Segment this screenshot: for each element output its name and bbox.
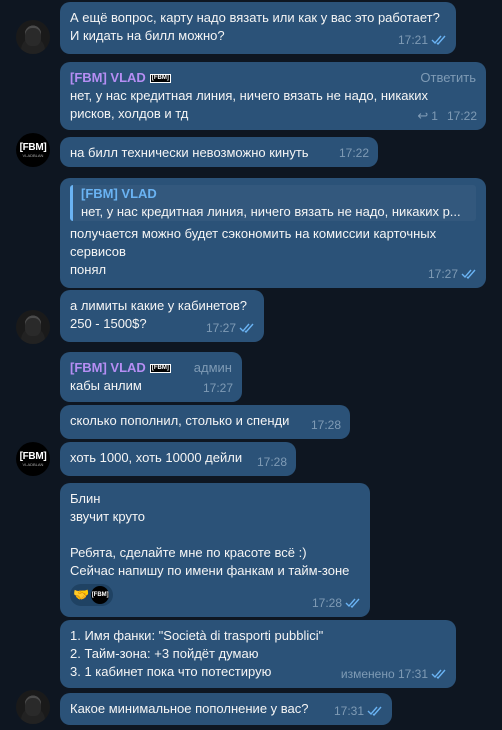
message-meta: изменено 17:31	[341, 665, 447, 683]
message-bubble[interactable]: [FBM] VLAD [FBM] Ответить нет, у нас кре…	[60, 62, 486, 130]
user-avatar[interactable]	[16, 20, 50, 54]
message-meta: 17:22	[339, 144, 369, 162]
message-meta: ↩ 1 17:22	[417, 107, 477, 125]
message-bubble[interactable]: а лимиты какие у кабинетов? 250 - 1500$?…	[60, 290, 264, 342]
message-bubble[interactable]: [FBM] VLAD нет, у нас кредитная линия, н…	[60, 178, 486, 288]
fbm-avatar[interactable]: [FBM] VLADBLAN	[16, 133, 50, 167]
message-time: 17:27	[202, 381, 233, 395]
message-time: 17:22	[338, 146, 369, 160]
double-check-icon	[431, 669, 446, 679]
message-time: изменено 17:31	[340, 667, 428, 681]
double-check-icon	[345, 598, 360, 608]
message-time: 17:22	[446, 109, 477, 123]
message-text: Блин звучит круто Ребята, сделайте мне п…	[70, 491, 350, 578]
message-text: на билл технически невозможно кинуть	[70, 145, 309, 160]
message-bubble[interactable]: на билл технически невозможно кинуть 17:…	[60, 137, 378, 167]
fbm-badge: [FBM]	[149, 73, 171, 83]
message-meta: 17:31	[334, 702, 383, 720]
message-text: нет, у нас кредитная линия, ничего вязат…	[70, 88, 428, 121]
admin-label: админ	[193, 360, 232, 375]
double-check-icon	[239, 323, 254, 333]
message-meta: 17:28	[312, 594, 361, 612]
message-text: получается можно будет сэкономить на ком…	[70, 226, 437, 277]
user-avatar[interactable]	[16, 310, 50, 344]
reaction-avatar: [FBM]	[91, 586, 110, 604]
handshake-icon: 🤝	[73, 587, 90, 602]
quote-sender: [FBM] VLAD	[81, 186, 157, 201]
message-text: сколько пополнил, столько и спенди	[70, 413, 290, 428]
reply-label[interactable]: Ответить	[420, 69, 476, 87]
fbm-avatar[interactable]: [FBM] VLADBLAN	[16, 442, 50, 476]
message-bubble[interactable]: Блин звучит круто Ребята, сделайте мне п…	[60, 483, 370, 617]
message-time: 17:28	[311, 596, 342, 610]
message-bubble[interactable]: Какое минимальное пополнение у вас? 17:3…	[60, 693, 392, 725]
quote-text: нет, у нас кредитная линия, ничего вязат…	[81, 204, 461, 219]
message-time: 17:27	[205, 321, 236, 335]
reply-arrow-icon[interactable]: ↩	[417, 107, 428, 125]
user-avatar[interactable]	[16, 690, 50, 724]
message-bubble[interactable]: [FBM] VLAD [FBM] админ кабы анлим 17:27	[60, 352, 242, 402]
sender-name[interactable]: [FBM] VLAD [FBM]	[70, 359, 171, 377]
message-text: А ещё вопрос, карту надо вязать или как …	[70, 10, 440, 43]
message-meta: 17:27	[206, 319, 255, 337]
message-time: 17:21	[397, 33, 428, 47]
fbm-badge: [FBM]	[149, 363, 171, 373]
message-time: 17:31	[333, 704, 364, 718]
sender-name[interactable]: [FBM] VLAD [FBM]	[70, 69, 171, 87]
message-meta: 17:27	[203, 379, 233, 397]
reaction-chip[interactable]: 🤝 [FBM]	[70, 584, 114, 606]
double-check-icon	[461, 269, 476, 279]
reply-quote[interactable]: [FBM] VLAD нет, у нас кредитная линия, н…	[70, 185, 476, 221]
reply-count[interactable]: 1	[431, 107, 438, 125]
message-time: 17:27	[427, 267, 458, 281]
message-meta: 17:21	[398, 31, 447, 49]
double-check-icon	[367, 706, 382, 716]
message-meta: 17:27	[428, 265, 477, 283]
message-bubble[interactable]: А ещё вопрос, карту надо вязать или как …	[60, 2, 456, 54]
message-text: хоть 1000, хоть 10000 дейли	[70, 450, 243, 465]
message-time: 17:28	[256, 455, 287, 469]
message-meta: 17:28	[257, 453, 287, 471]
message-bubble[interactable]: хоть 1000, хоть 10000 дейли 17:28	[60, 442, 296, 476]
message-time: 17:28	[310, 418, 341, 432]
double-check-icon	[431, 35, 446, 45]
message-meta: 17:28	[311, 416, 341, 434]
message-bubble[interactable]: 1. Имя фанки: "Società di trasporti pubb…	[60, 620, 456, 688]
message-bubble[interactable]: сколько пополнил, столько и спенди 17:28	[60, 405, 350, 439]
